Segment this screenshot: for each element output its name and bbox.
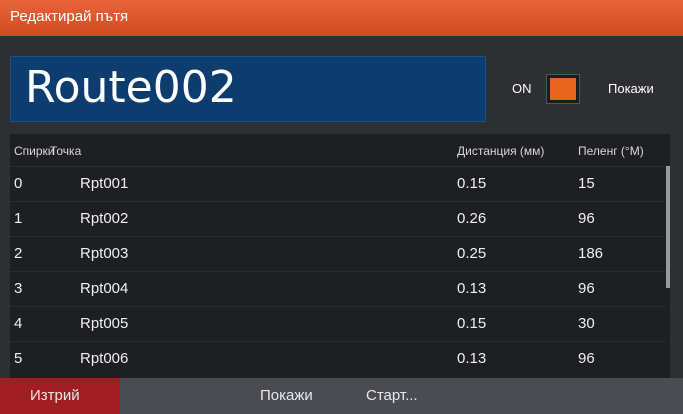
row-bearing: 96	[578, 350, 595, 367]
start-button[interactable]: Старт...	[350, 378, 450, 414]
bottom-toolbar: Изтрий Покажи Старт...	[0, 378, 683, 414]
show-label: Покажи	[608, 81, 654, 96]
table-row[interactable]: 1 Rpt002 0.26 96	[10, 201, 666, 237]
header-index: Спирки	[14, 144, 55, 158]
title-bar: Редактирай пътя	[0, 0, 683, 37]
row-index: 1	[14, 210, 23, 227]
header-bearing: Пеленг (°M)	[578, 144, 644, 158]
route-name: Route002	[25, 62, 237, 113]
row-distance: 0.13	[457, 280, 487, 297]
table-header: Спирки Точка Дистанция (мм) Пеленг (°M)	[10, 134, 670, 166]
row-bearing: 15	[578, 175, 595, 192]
row-distance: 0.26	[457, 210, 487, 227]
table-row[interactable]: 0 Rpt001 0.15 15	[10, 166, 666, 202]
show-button-label: Покажи	[260, 387, 313, 404]
window-title: Редактирай пътя	[10, 8, 129, 25]
header-distance: Дистанция (мм)	[457, 144, 545, 158]
table-row[interactable]: 4 Rpt005 0.15 30	[10, 306, 666, 342]
row-bearing: 186	[578, 245, 604, 262]
row-bearing: 96	[578, 210, 595, 227]
scrollbar-thumb[interactable]	[666, 166, 670, 288]
row-index: 4	[14, 315, 23, 332]
header-point: Точка	[50, 144, 82, 158]
row-index: 0	[14, 175, 23, 192]
route-name-field[interactable]: Route002	[10, 56, 486, 122]
row-point: Rpt002	[80, 210, 129, 227]
start-button-label: Старт...	[366, 387, 418, 404]
table-row[interactable]: 2 Rpt003 0.25 186	[10, 236, 666, 272]
toggle-state-label: ON	[512, 81, 532, 96]
row-bearing: 96	[578, 280, 595, 297]
delete-button-label: Изтрий	[30, 387, 80, 404]
route-editor: Route002 ON Покажи Спирки Точка Дистанци…	[0, 36, 683, 378]
row-point: Rpt005	[80, 315, 129, 332]
toggle-checkbox[interactable]	[546, 74, 580, 104]
row-point: Rpt006	[80, 350, 129, 367]
toggle-checked-indicator	[550, 78, 576, 100]
row-distance: 0.13	[457, 350, 487, 367]
row-distance: 0.25	[457, 245, 487, 262]
row-index: 5	[14, 350, 23, 367]
table-row[interactable]: 3 Rpt004 0.13 96	[10, 271, 666, 307]
row-index: 2	[14, 245, 23, 262]
row-point: Rpt003	[80, 245, 129, 262]
waypoint-table: Спирки Точка Дистанция (мм) Пеленг (°M) …	[10, 134, 670, 378]
row-distance: 0.15	[457, 175, 487, 192]
row-point: Rpt004	[80, 280, 129, 297]
row-distance: 0.15	[457, 315, 487, 332]
row-bearing: 30	[578, 315, 595, 332]
row-index: 3	[14, 280, 23, 297]
table-scrollbar[interactable]	[666, 166, 670, 378]
delete-button[interactable]: Изтрий	[0, 378, 120, 414]
show-button[interactable]: Покажи	[244, 378, 344, 414]
row-point: Rpt001	[80, 175, 129, 192]
table-row[interactable]: 5 Rpt006 0.13 96	[10, 341, 666, 377]
